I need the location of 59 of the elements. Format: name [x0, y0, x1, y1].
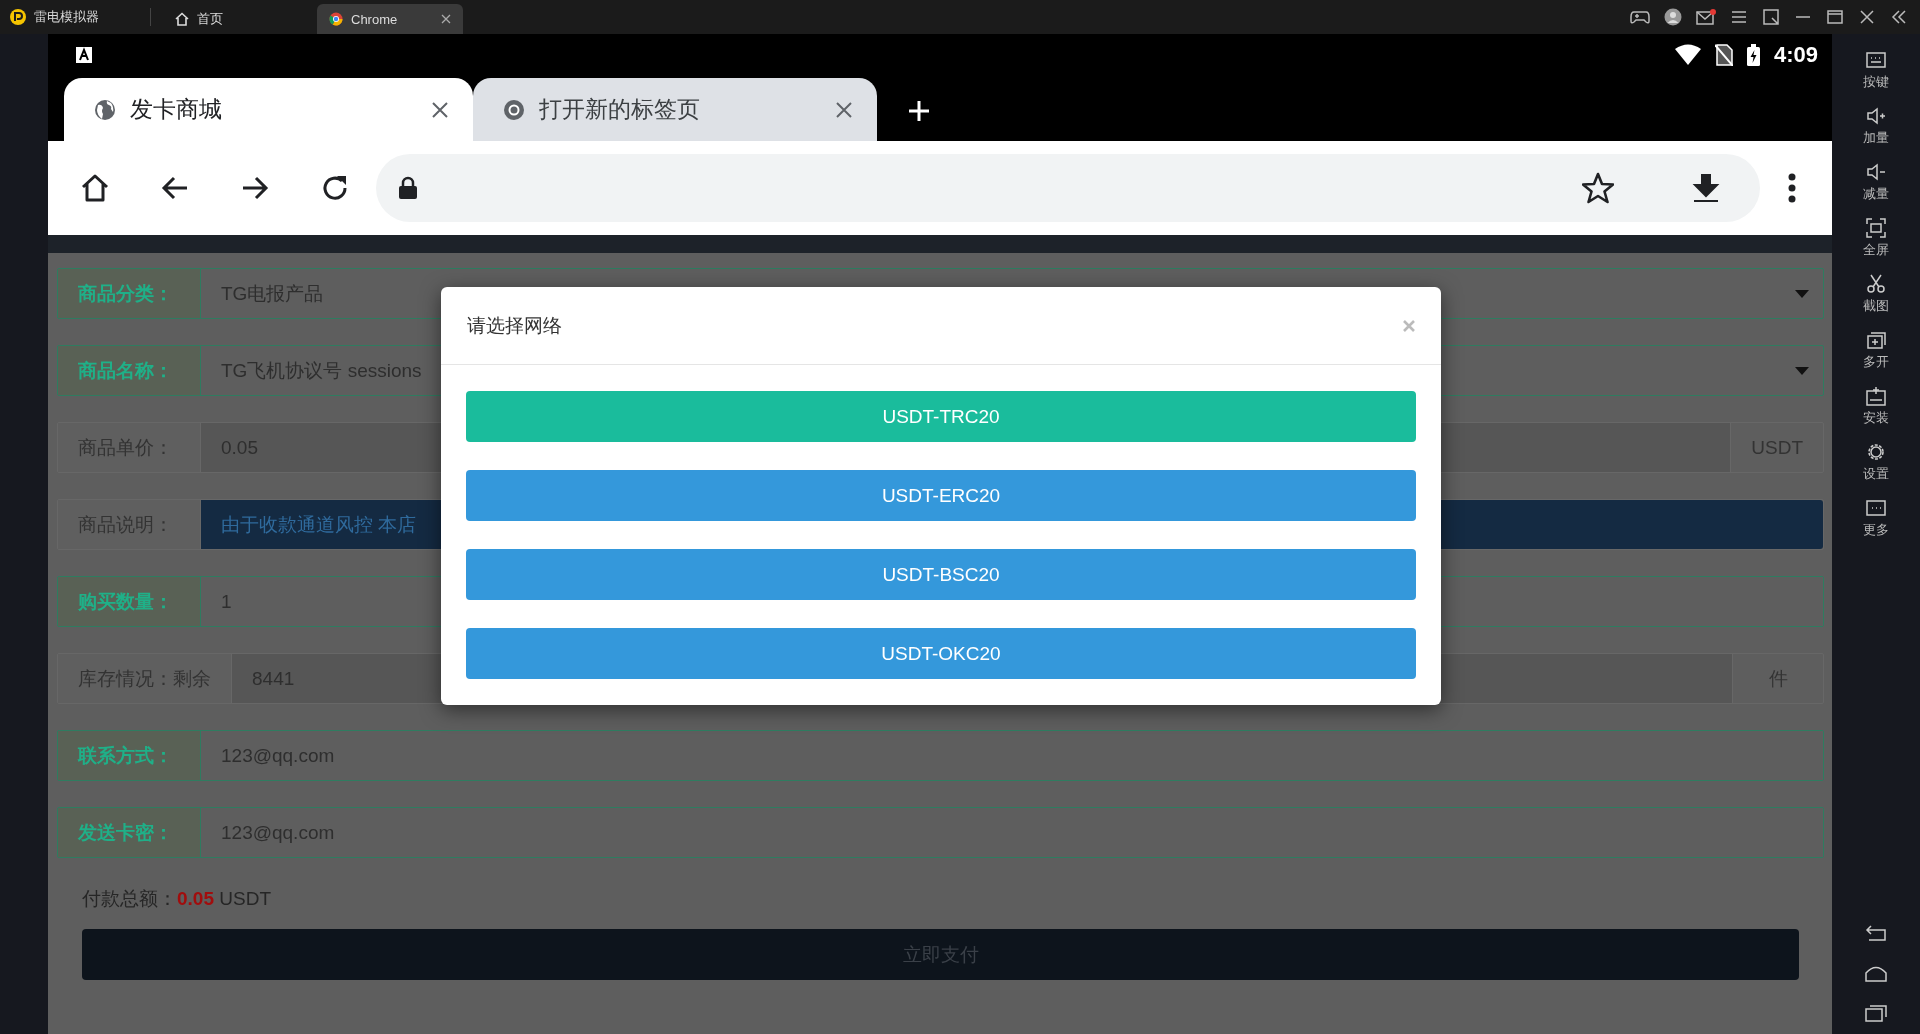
field-label: 购买数量： [58, 577, 201, 626]
field-label: 商品名称： [58, 346, 201, 395]
globe-icon [94, 98, 116, 121]
more-icon[interactable] [1788, 173, 1796, 203]
chrome-icon [503, 98, 525, 121]
browser-tab[interactable]: 打开新的标签页 [473, 78, 877, 141]
toolbar-button[interactable]: 更多 [1863, 490, 1889, 546]
fullscreen-icon [1866, 217, 1886, 238]
keyboard-icon [1866, 49, 1886, 70]
multi-window-icon [1866, 329, 1886, 350]
close-icon[interactable] [431, 100, 449, 119]
toolbar-button[interactable]: 加量 [1863, 98, 1889, 154]
maximize-icon[interactable] [1826, 8, 1844, 26]
back-icon[interactable] [1865, 924, 1887, 942]
collapse-icon[interactable] [1890, 8, 1908, 26]
volume-down-icon [1866, 161, 1886, 182]
toolbar-button[interactable]: 多开 [1863, 322, 1889, 378]
close-icon[interactable] [835, 100, 853, 119]
toolbar-button[interactable]: 安装 [1863, 378, 1889, 434]
settings-icon [1866, 441, 1886, 462]
close-icon[interactable] [441, 14, 451, 24]
browser-logo-icon [329, 12, 343, 26]
close-icon[interactable] [1858, 8, 1876, 26]
app-name: 雷电模拟器 [34, 8, 99, 26]
volume-up-icon [1866, 105, 1886, 126]
dropdown-caret-icon [1795, 366, 1809, 375]
recent-apps-icon[interactable] [1865, 1004, 1887, 1022]
new-tab-icon[interactable] [907, 99, 931, 123]
keyboard-a-icon [76, 47, 92, 63]
home-icon[interactable] [80, 173, 110, 203]
star-icon[interactable] [1582, 172, 1614, 204]
emulator-tab[interactable]: 首页 [163, 4, 267, 34]
modal-title: 请选择网络 [467, 313, 562, 338]
window-icon[interactable] [1762, 8, 1780, 26]
battery-charging-icon [1746, 44, 1760, 66]
scissors-icon [1866, 273, 1886, 294]
avatar-icon[interactable] [1664, 8, 1682, 26]
emulator-tab[interactable]: Chrome [317, 4, 463, 34]
clock-time: 4:09 [1773, 42, 1818, 68]
toolbar-button[interactable]: 减量 [1863, 154, 1889, 210]
more-icon [1866, 497, 1886, 518]
wifi-icon [1674, 44, 1701, 66]
download-icon[interactable] [1692, 173, 1720, 203]
gamepad-icon[interactable] [1630, 9, 1650, 25]
home-icon[interactable] [1865, 964, 1887, 982]
menu-icon[interactable] [1730, 10, 1748, 24]
toolbar-button[interactable]: 全屏 [1863, 210, 1889, 266]
lock-icon [398, 176, 418, 200]
toolbar-button[interactable]: 按键 [1863, 42, 1889, 98]
mail-icon[interactable] [1696, 9, 1716, 25]
payment-total: 付款总额：0.05 USDT [82, 887, 272, 911]
install-icon [1866, 385, 1886, 406]
field-label: 商品分类： [58, 269, 201, 318]
app-logo-icon [10, 9, 26, 25]
dropdown-caret-icon [1795, 289, 1809, 298]
toolbar-button[interactable]: 截图 [1863, 266, 1889, 322]
no-sim-icon [1714, 44, 1733, 66]
toolbar-button[interactable]: 设置 [1863, 434, 1889, 490]
browser-tab[interactable]: 发卡商城 [64, 78, 473, 141]
